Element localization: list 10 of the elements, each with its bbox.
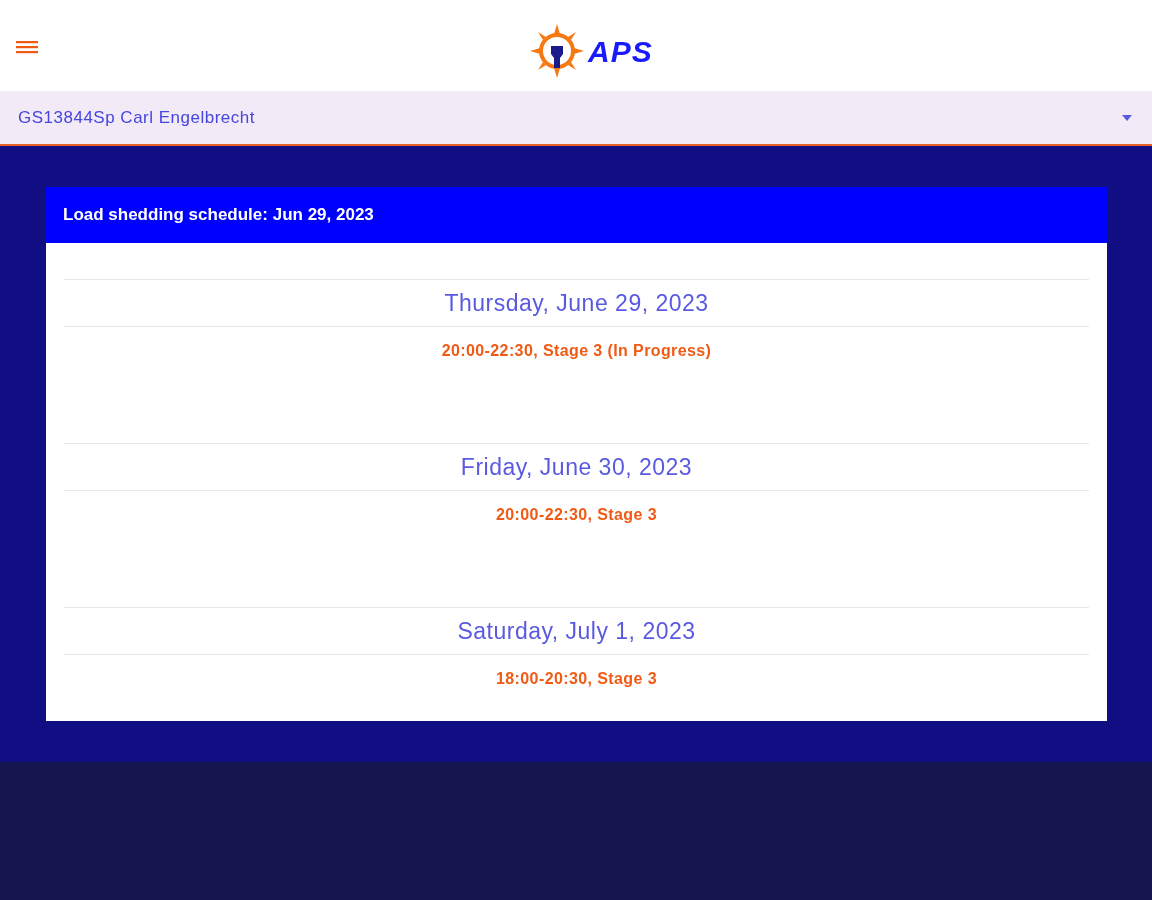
day-heading: Friday, June 30, 2023	[64, 443, 1089, 491]
day-heading: Saturday, July 1, 2023	[64, 607, 1089, 655]
day-heading: Thursday, June 29, 2023	[64, 279, 1089, 327]
logo-text: APS	[588, 37, 653, 67]
dropdown-caret-icon	[1122, 114, 1132, 121]
outage-slot: 18:00-20:30, Stage 3	[64, 667, 1089, 691]
account-select[interactable]: GS13844Sp Carl Engelbrecht	[0, 91, 1152, 146]
outage-slot: 20:00-22:30, Stage 3	[64, 503, 1089, 527]
outage-slot: 20:00-22:30, Stage 3 (In Progress)	[64, 339, 1089, 363]
schedule-title: Load shedding schedule: Jun 29, 2023	[46, 187, 1107, 243]
